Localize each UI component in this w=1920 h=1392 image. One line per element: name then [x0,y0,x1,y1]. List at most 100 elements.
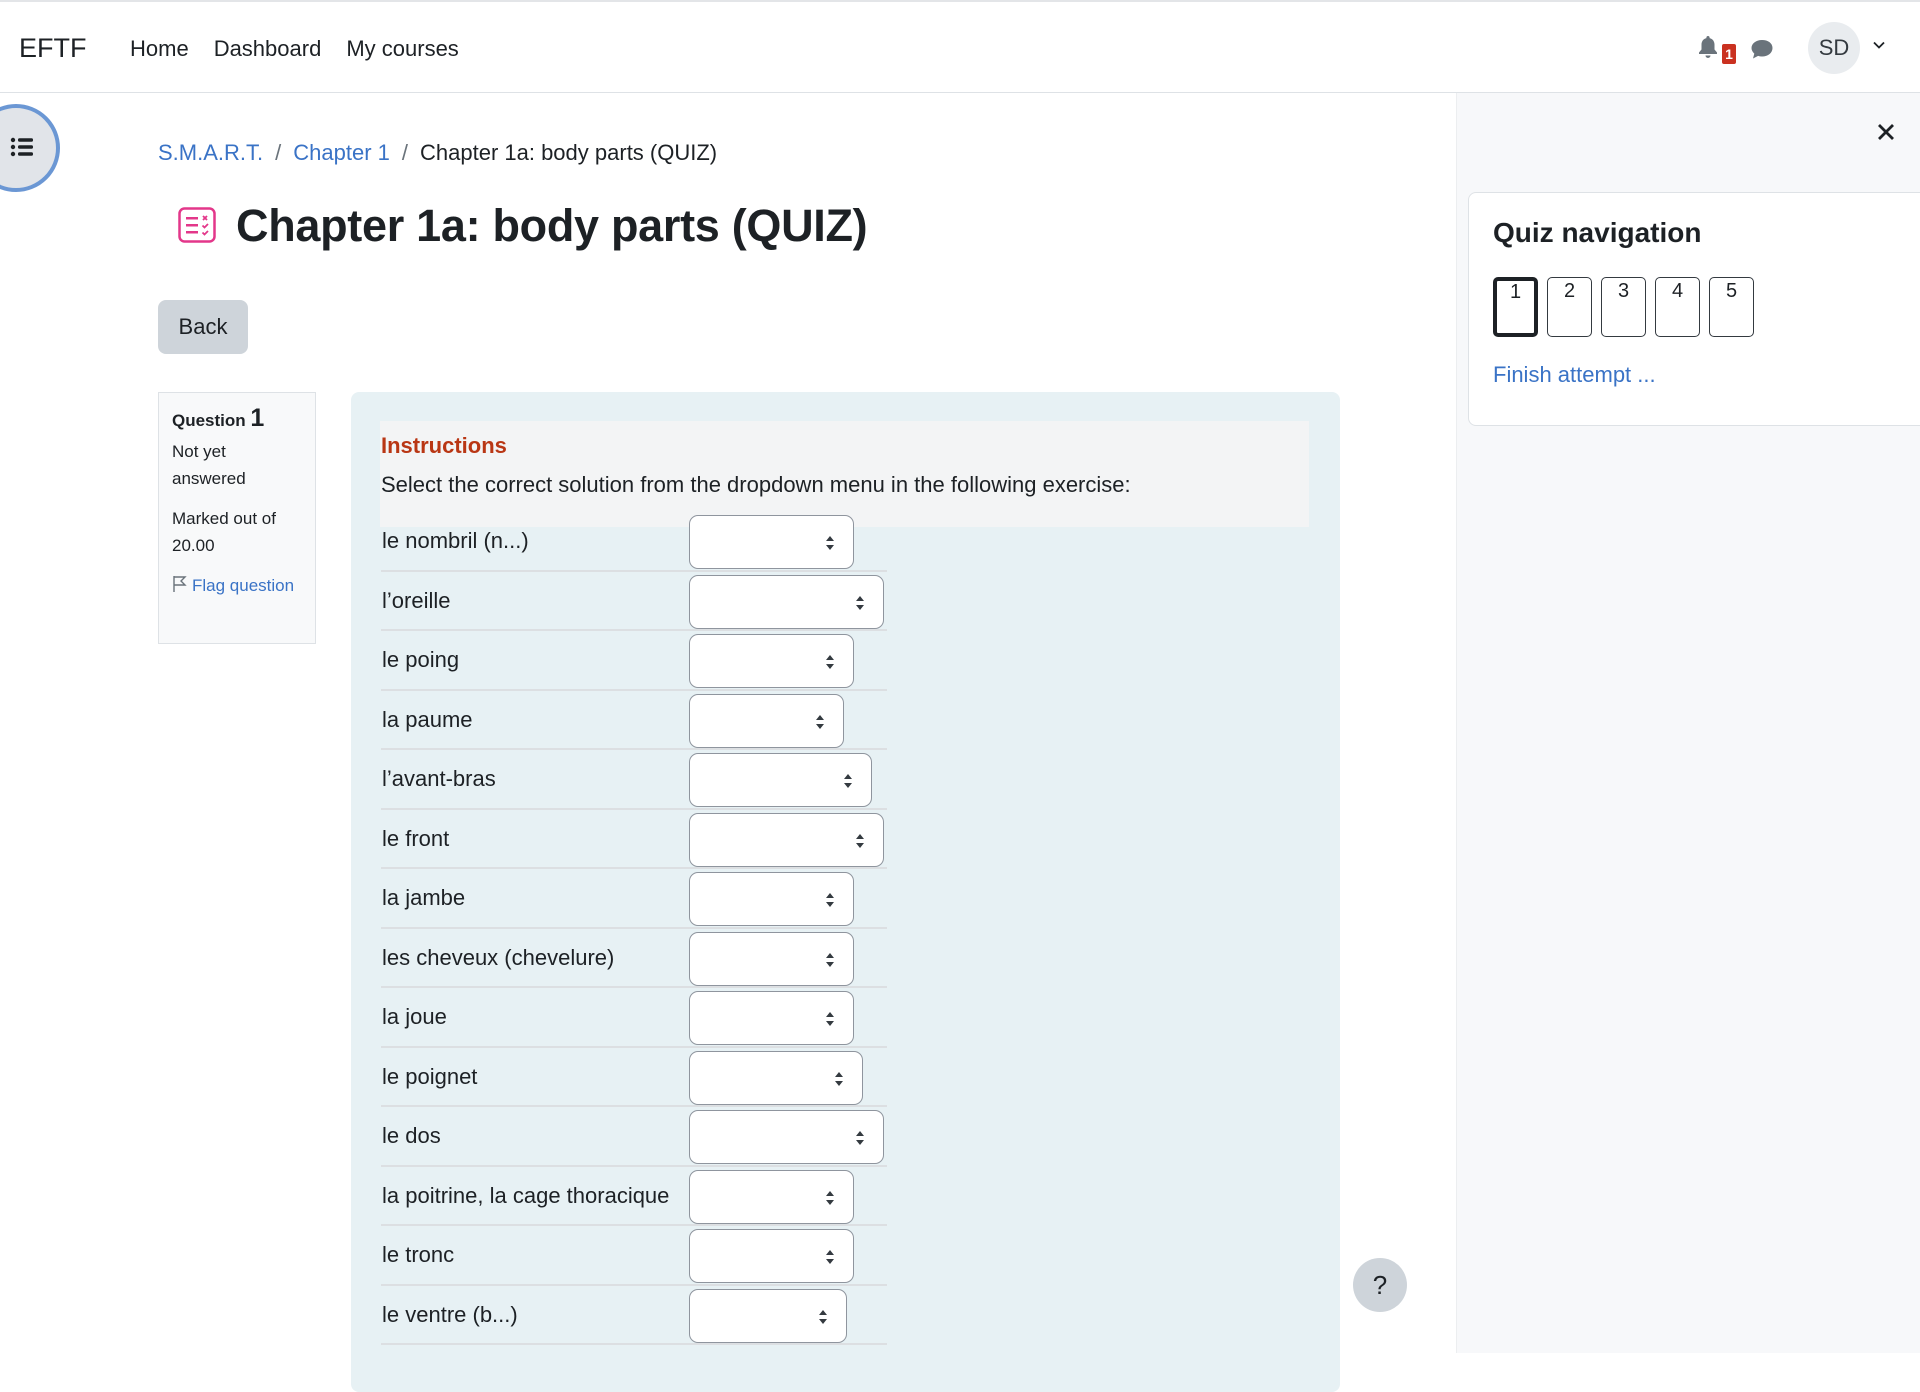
answer-select[interactable] [689,753,872,807]
matching-row: la paume [381,691,887,750]
course-index-toggle[interactable] [0,104,60,192]
answer-select[interactable] [689,931,854,986]
matching-row-label: la paume [382,706,473,732]
matching-row-label: le tronc [382,1242,455,1267]
select-arrows-icon [826,655,834,669]
flag-question-label: Flag question [192,576,295,595]
select-arrows-icon [826,952,834,967]
quiz-nav-question-5[interactable]: 5 [1709,277,1754,337]
answer-select[interactable] [689,1110,884,1164]
matching-row-label: l’oreille [382,587,451,613]
select-arrows-icon [826,536,834,550]
matching-row: la poitrine, la cage thoracique [381,1167,887,1226]
answer-select[interactable] [689,991,854,1045]
matching-row: les cheveux (chevelure) [381,929,887,988]
breadcrumb-section[interactable]: Chapter 1 [293,140,390,166]
page-title: Chapter 1a: body parts (QUIZ) [236,200,868,251]
quiz-icon [178,207,216,243]
nav-home[interactable]: Home [130,36,189,62]
matching-row-label: la jambe [382,885,466,910]
question-state: Not yet answered [172,442,246,488]
matching-row-label: l’avant-bras [382,766,496,791]
block-drawer: Quiz navigation 12345 Finish attempt ... [1456,93,1920,1353]
help-button[interactable]: ? [1353,1258,1407,1312]
quiz-navigation-title: Quiz navigation [1493,217,1702,248]
question-number: Question 1 [172,405,302,434]
breadcrumb: S.M.A.R.T. / Chapter 1 / Chapter 1a: bod… [158,140,717,166]
matching-row-label: le poignet [382,1063,478,1089]
select-arrows-icon [835,1071,843,1086]
matching-row: le front [381,810,887,869]
answer-select[interactable] [689,693,844,748]
breadcrumb-separator: / [275,140,282,165]
quiz-navigation-buttons: 12345 [1493,277,1754,337]
notification-count-badge: 1 [1722,44,1736,64]
answer-select[interactable] [689,1050,863,1105]
matching-row-label: le poing [382,647,460,672]
quiz-nav-question-4[interactable]: 4 [1655,277,1700,337]
top-navbar: EFTF Home Dashboard My courses 1 SD [0,0,1920,93]
matching-row-label: le front [382,825,450,851]
matching-row: le ventre (b...) [381,1286,887,1345]
select-arrows-icon [856,1131,864,1145]
answer-select[interactable] [689,574,884,629]
question-number-value: 1 [250,404,265,432]
matching-row-label: le ventre (b...) [382,1301,518,1327]
matching-row-label: la joue [382,1004,447,1029]
matching-row: le nombril (n...) [381,512,887,572]
question-label: Question [172,411,246,430]
select-arrows-icon [826,893,834,907]
breadcrumb-separator: / [401,140,408,165]
breadcrumb-course[interactable]: S.M.A.R.T. [158,140,263,166]
instructions-heading: Instructions [381,433,507,458]
chevron-down-icon[interactable] [1872,38,1886,52]
matching-rows: le nombril (n...) l’oreille le poing la pau… [381,512,887,1345]
matching-row: le dos [381,1107,887,1167]
site-brand[interactable]: EFTF [19,33,87,64]
select-arrows-icon [826,1012,834,1026]
matching-row: le poing [381,631,887,691]
matching-row: le tronc [381,1226,887,1286]
list-icon [10,137,33,157]
answer-select[interactable] [689,1229,854,1283]
matching-row-label: la poitrine, la cage thoracique [382,1182,670,1208]
answer-select[interactable] [689,634,854,688]
bell-icon[interactable] [1697,35,1719,59]
user-avatar[interactable]: SD [1808,22,1860,74]
messages-icon[interactable] [1750,38,1774,60]
quiz-nav-question-2[interactable]: 2 [1547,277,1592,337]
answer-select[interactable] [689,1288,847,1343]
select-arrows-icon [856,833,864,848]
flag-question-link[interactable]: Flag question [172,572,302,599]
back-button[interactable]: Back [158,300,248,354]
quiz-nav-question-1[interactable]: 1 [1493,277,1538,337]
matching-row: la joue [381,988,887,1048]
question-grade: Marked out of 20.00 [172,509,276,555]
finish-attempt-link[interactable]: Finish attempt ... [1493,362,1656,388]
matching-row-label: les cheveux (chevelure) [382,944,615,970]
close-icon[interactable] [1877,123,1895,141]
nav-my-courses[interactable]: My courses [346,36,458,62]
primary-navigation: Home Dashboard My courses [130,36,459,62]
select-arrows-icon [856,595,864,610]
matching-row-label: le nombril (n...) [382,528,529,553]
nav-dashboard[interactable]: Dashboard [214,36,322,62]
select-arrows-icon [826,1190,834,1205]
select-arrows-icon [819,1309,827,1324]
select-arrows-icon [816,714,824,729]
answer-select[interactable] [689,1169,854,1224]
quiz-nav-question-3[interactable]: 3 [1601,277,1646,337]
matching-row: le poignet [381,1048,887,1107]
answer-select[interactable] [689,812,884,867]
answer-select[interactable] [689,872,854,926]
flag-icon [173,576,187,592]
question-info-panel: Question 1 Not yet answered Marked out o… [158,392,316,644]
instructions-text: Select the correct solution from the dro… [381,472,1131,497]
matching-row-label: le dos [382,1123,441,1148]
answer-select[interactable] [689,515,854,569]
select-arrows-icon [826,1250,834,1264]
matching-row: l’avant-bras [381,750,887,810]
quiz-navigation-block: Quiz navigation 12345 Finish attempt ... [1468,192,1920,426]
select-arrows-icon [844,774,852,788]
matching-row: l’oreille [381,572,887,631]
